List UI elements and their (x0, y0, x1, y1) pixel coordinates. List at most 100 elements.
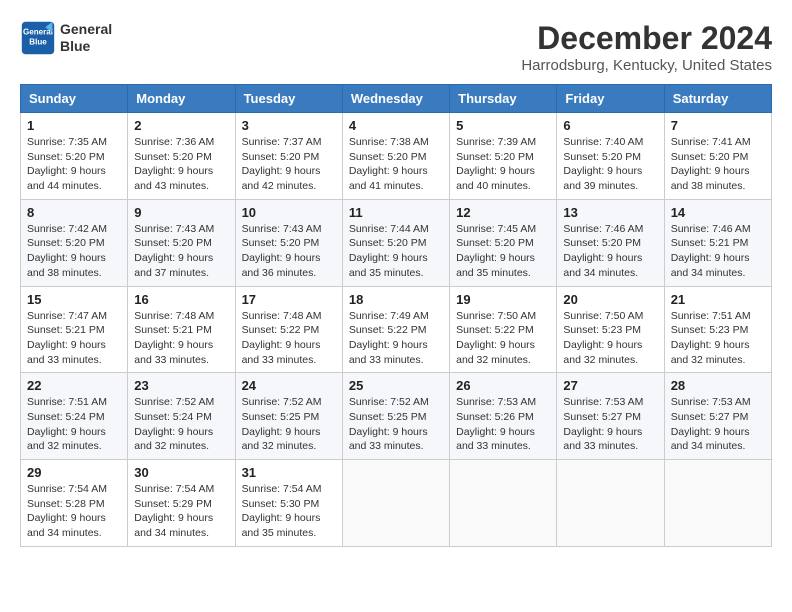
column-header-monday: Monday (128, 85, 235, 113)
day-info: Sunrise: 7:42 AMSunset: 5:20 PMDaylight:… (27, 222, 121, 281)
empty-cell (450, 460, 557, 547)
calendar-day-cell: 14 Sunrise: 7:46 AMSunset: 5:21 PMDayligh… (664, 199, 771, 286)
column-header-thursday: Thursday (450, 85, 557, 113)
day-number: 4 (349, 118, 443, 133)
calendar-day-cell: 12 Sunrise: 7:45 AMSunset: 5:20 PMDayligh… (450, 199, 557, 286)
day-info: Sunrise: 7:51 AMSunset: 5:23 PMDaylight:… (671, 309, 765, 368)
calendar-day-cell: 4 Sunrise: 7:38 AMSunset: 5:20 PMDaylight… (342, 113, 449, 200)
day-info: Sunrise: 7:43 AMSunset: 5:20 PMDaylight:… (242, 222, 336, 281)
day-info: Sunrise: 7:53 AMSunset: 5:26 PMDaylight:… (456, 395, 550, 454)
calendar-day-cell: 8 Sunrise: 7:42 AMSunset: 5:20 PMDaylight… (21, 199, 128, 286)
day-info: Sunrise: 7:40 AMSunset: 5:20 PMDaylight:… (563, 135, 657, 194)
day-number: 14 (671, 205, 765, 220)
calendar-day-cell: 9 Sunrise: 7:43 AMSunset: 5:20 PMDaylight… (128, 199, 235, 286)
calendar-week-row: 22Sunrise: 7:51 AMSunset: 5:24 PMDayligh… (21, 373, 772, 460)
day-info: Sunrise: 7:50 AMSunset: 5:22 PMDaylight:… (456, 309, 550, 368)
day-number: 17 (242, 292, 336, 307)
day-number: 28 (671, 378, 765, 393)
day-info: Sunrise: 7:39 AMSunset: 5:20 PMDaylight:… (456, 135, 550, 194)
calendar-week-row: 8 Sunrise: 7:42 AMSunset: 5:20 PMDaylight… (21, 199, 772, 286)
day-number: 9 (134, 205, 228, 220)
calendar-day-cell: 24Sunrise: 7:52 AMSunset: 5:25 PMDayligh… (235, 373, 342, 460)
day-number: 29 (27, 465, 121, 480)
day-info: Sunrise: 7:38 AMSunset: 5:20 PMDaylight:… (349, 135, 443, 194)
day-info: Sunrise: 7:53 AMSunset: 5:27 PMDaylight:… (563, 395, 657, 454)
day-number: 2 (134, 118, 228, 133)
day-number: 10 (242, 205, 336, 220)
calendar-day-cell: 29 Sunrise: 7:54 AMSunset: 5:28 PMDayligh… (21, 460, 128, 547)
day-number: 18 (349, 292, 443, 307)
day-info: Sunrise: 7:48 AMSunset: 5:22 PMDaylight:… (242, 309, 336, 368)
title-area: December 2024 Harrodsburg, Kentucky, Uni… (521, 20, 772, 74)
day-info: Sunrise: 7:54 AMSunset: 5:28 PMDaylight:… (27, 482, 121, 541)
calendar-day-cell: 27 Sunrise: 7:53 AMSunset: 5:27 PMDayligh… (557, 373, 664, 460)
day-info: Sunrise: 7:46 AMSunset: 5:20 PMDaylight:… (563, 222, 657, 281)
calendar-day-cell: 19 Sunrise: 7:50 AMSunset: 5:22 PMDayligh… (450, 286, 557, 373)
empty-cell (557, 460, 664, 547)
day-number: 30 (134, 465, 228, 480)
day-number: 11 (349, 205, 443, 220)
day-info: Sunrise: 7:36 AMSunset: 5:20 PMDaylight:… (134, 135, 228, 194)
calendar-day-cell: 11 Sunrise: 7:44 AMSunset: 5:20 PMDayligh… (342, 199, 449, 286)
day-info: Sunrise: 7:49 AMSunset: 5:22 PMDaylight:… (349, 309, 443, 368)
day-number: 6 (563, 118, 657, 133)
calendar-day-cell: 5Sunrise: 7:39 AMSunset: 5:20 PMDaylight… (450, 113, 557, 200)
column-header-tuesday: Tuesday (235, 85, 342, 113)
day-info: Sunrise: 7:52 AMSunset: 5:25 PMDaylight:… (242, 395, 336, 454)
calendar-day-cell: 7 Sunrise: 7:41 AMSunset: 5:20 PMDaylight… (664, 113, 771, 200)
empty-cell (342, 460, 449, 547)
logo-text-line2: Blue (60, 38, 112, 55)
day-info: Sunrise: 7:54 AMSunset: 5:30 PMDaylight:… (242, 482, 336, 541)
column-header-sunday: Sunday (21, 85, 128, 113)
column-header-wednesday: Wednesday (342, 85, 449, 113)
day-info: Sunrise: 7:52 AMSunset: 5:24 PMDaylight:… (134, 395, 228, 454)
calendar-table: SundayMondayTuesdayWednesdayThursdayFrid… (20, 84, 772, 547)
calendar-day-cell: 25 Sunrise: 7:52 AMSunset: 5:25 PMDayligh… (342, 373, 449, 460)
calendar-day-cell: 23 Sunrise: 7:52 AMSunset: 5:24 PMDayligh… (128, 373, 235, 460)
day-info: Sunrise: 7:45 AMSunset: 5:20 PMDaylight:… (456, 222, 550, 281)
logo: General Blue General Blue (20, 20, 112, 56)
calendar-day-cell: 18 Sunrise: 7:49 AMSunset: 5:22 PMDayligh… (342, 286, 449, 373)
day-info: Sunrise: 7:44 AMSunset: 5:20 PMDaylight:… (349, 222, 443, 281)
day-info: Sunrise: 7:41 AMSunset: 5:20 PMDaylight:… (671, 135, 765, 194)
month-title: December 2024 (521, 20, 772, 57)
calendar-day-cell: 1Sunrise: 7:35 AMSunset: 5:20 PMDaylight… (21, 113, 128, 200)
day-number: 21 (671, 292, 765, 307)
day-number: 27 (563, 378, 657, 393)
calendar-week-row: 15Sunrise: 7:47 AMSunset: 5:21 PMDayligh… (21, 286, 772, 373)
day-number: 3 (242, 118, 336, 133)
day-number: 13 (563, 205, 657, 220)
day-number: 20 (563, 292, 657, 307)
calendar-week-row: 29 Sunrise: 7:54 AMSunset: 5:28 PMDayligh… (21, 460, 772, 547)
location: Harrodsburg, Kentucky, United States (521, 57, 772, 74)
logo-icon: General Blue (20, 20, 56, 56)
calendar-day-cell: 22Sunrise: 7:51 AMSunset: 5:24 PMDayligh… (21, 373, 128, 460)
calendar-header-row: SundayMondayTuesdayWednesdayThursdayFrid… (21, 85, 772, 113)
empty-cell (664, 460, 771, 547)
day-number: 26 (456, 378, 550, 393)
calendar-day-cell: 28 Sunrise: 7:53 AMSunset: 5:27 PMDayligh… (664, 373, 771, 460)
day-info: Sunrise: 7:51 AMSunset: 5:24 PMDaylight:… (27, 395, 121, 454)
day-number: 12 (456, 205, 550, 220)
calendar-week-row: 1Sunrise: 7:35 AMSunset: 5:20 PMDaylight… (21, 113, 772, 200)
day-number: 7 (671, 118, 765, 133)
calendar-day-cell: 6 Sunrise: 7:40 AMSunset: 5:20 PMDaylight… (557, 113, 664, 200)
calendar-day-cell: 2 Sunrise: 7:36 AMSunset: 5:20 PMDaylight… (128, 113, 235, 200)
day-number: 23 (134, 378, 228, 393)
day-info: Sunrise: 7:43 AMSunset: 5:20 PMDaylight:… (134, 222, 228, 281)
day-info: Sunrise: 7:53 AMSunset: 5:27 PMDaylight:… (671, 395, 765, 454)
day-number: 25 (349, 378, 443, 393)
day-info: Sunrise: 7:46 AMSunset: 5:21 PMDaylight:… (671, 222, 765, 281)
svg-text:Blue: Blue (29, 37, 47, 46)
day-number: 8 (27, 205, 121, 220)
logo-text-line1: General (60, 21, 112, 38)
calendar-day-cell: 20Sunrise: 7:50 AMSunset: 5:23 PMDayligh… (557, 286, 664, 373)
day-info: Sunrise: 7:37 AMSunset: 5:20 PMDaylight:… (242, 135, 336, 194)
day-info: Sunrise: 7:54 AMSunset: 5:29 PMDaylight:… (134, 482, 228, 541)
column-header-friday: Friday (557, 85, 664, 113)
calendar-day-cell: 31 Sunrise: 7:54 AMSunset: 5:30 PMDayligh… (235, 460, 342, 547)
day-number: 31 (242, 465, 336, 480)
calendar-day-cell: 30 Sunrise: 7:54 AMSunset: 5:29 PMDayligh… (128, 460, 235, 547)
day-info: Sunrise: 7:52 AMSunset: 5:25 PMDaylight:… (349, 395, 443, 454)
day-number: 19 (456, 292, 550, 307)
